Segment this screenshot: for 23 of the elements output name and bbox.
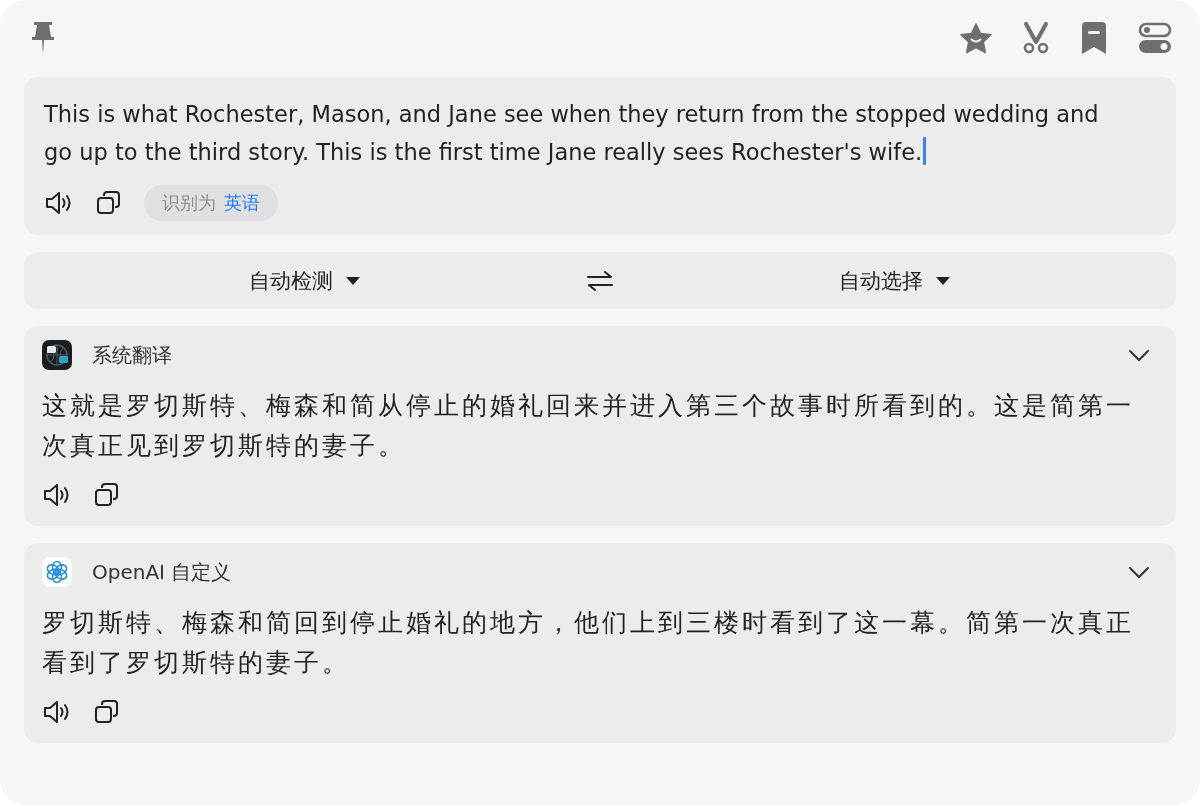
chevron-down-icon[interactable]	[1128, 348, 1150, 362]
chevron-down-icon[interactable]	[1128, 565, 1150, 579]
toggles-icon[interactable]	[1138, 22, 1172, 54]
swap-arrows-icon[interactable]	[586, 269, 614, 292]
translation-text: 这就是罗切斯特、梅森和简从停止的婚礼回来并进入第三个故事时所看到的。这是简第一次真正见到罗切斯特的妻子。	[42, 390, 1135, 462]
knot-logo-icon	[42, 557, 72, 587]
copy-icon[interactable]	[94, 482, 120, 508]
translation-text: 罗切斯特、梅森和简回到停止婚礼的地方，他们上到三楼时看到了这一幕。简第一次真正看到了罗切斯特的妻子。	[42, 607, 1135, 679]
service-name: 系统翻译	[92, 341, 173, 369]
source-language-dropdown[interactable]: 自动检测	[24, 265, 586, 296]
target-language-dropdown[interactable]: 自动选择	[614, 265, 1176, 296]
dropdown-arrow-icon	[935, 275, 951, 286]
service-name: OpenAI 自定义	[92, 558, 233, 586]
globe-app-icon	[42, 340, 72, 370]
copy-icon[interactable]	[96, 190, 122, 216]
detected-label: 识别为	[162, 191, 216, 215]
bookmark-icon[interactable]	[1080, 21, 1108, 55]
scissors-icon[interactable]	[1022, 22, 1050, 54]
text-cursor	[923, 137, 927, 165]
star-icon[interactable]	[960, 23, 992, 53]
dropdown-arrow-icon	[345, 275, 361, 286]
source-text[interactable]: This is what Rochester, Mason, and Jane see when they return from the stopped wedding and go up to the third story. This is the first time Jane really sees Rochester's wife.	[44, 95, 1129, 171]
copy-icon[interactable]	[94, 699, 120, 725]
